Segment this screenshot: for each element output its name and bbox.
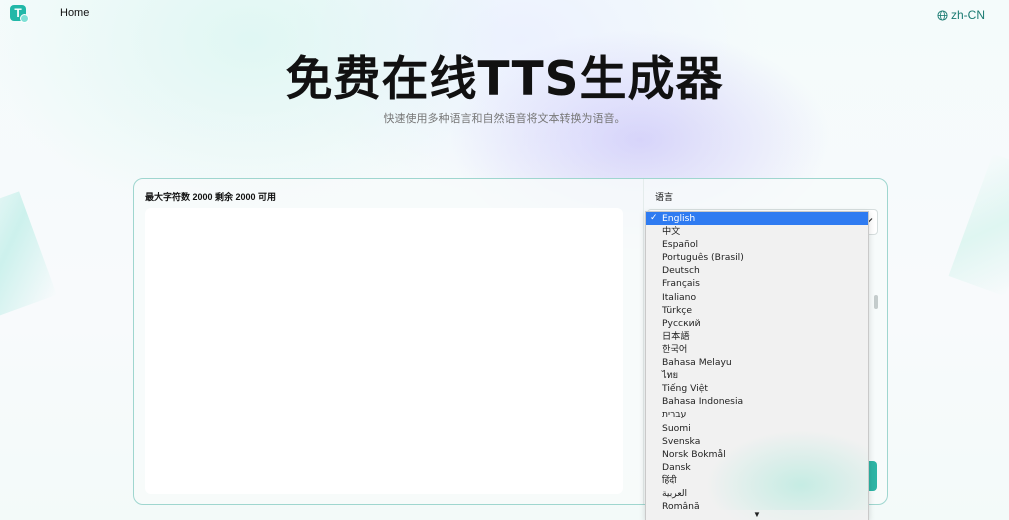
language-option-label: हिंदी <box>662 474 677 486</box>
panel-scrollbar-thumb[interactable] <box>874 295 878 309</box>
char-limit-info: 最大字符数 2000 剩余 2000 可用 <box>145 192 277 202</box>
language-option-label: 한국어 <box>662 343 688 355</box>
language-option[interactable]: עברית <box>646 408 868 421</box>
language-option-label: العربية <box>662 487 688 499</box>
language-option[interactable]: Português (Brasil) <box>646 251 868 264</box>
language-option[interactable]: 中文 <box>646 225 868 238</box>
language-option-label: Italiano <box>662 291 697 303</box>
language-option-label: 日本語 <box>662 330 690 342</box>
language-option-label: Tiếng Việt <box>662 383 708 395</box>
language-switcher-label: zh-CN <box>950 8 985 22</box>
language-option[interactable]: Italiano <box>646 291 868 304</box>
language-option[interactable]: Español <box>646 238 868 251</box>
language-option-label: Français <box>662 278 700 290</box>
language-option[interactable]: Svenska <box>646 435 868 448</box>
language-dropdown-list[interactable]: ✓ English 中文 Español Português (Brasil) Deuts… <box>645 211 869 520</box>
language-option[interactable]: Türkçe <box>646 304 868 317</box>
language-option[interactable]: Norsk Bokmål <box>646 448 868 461</box>
language-option[interactable]: Dansk <box>646 461 868 474</box>
language-label: 语言 <box>655 192 674 202</box>
language-option[interactable]: Français <box>646 277 868 290</box>
language-option-label: Bahasa Indonesia <box>662 396 744 408</box>
language-option[interactable]: Deutsch <box>646 264 868 277</box>
language-option-label: Bahasa Melayu <box>662 357 732 369</box>
language-option-label: Norsk Bokmål <box>662 448 726 460</box>
language-option-label: Dansk <box>662 461 691 473</box>
language-option-label: ไทย <box>662 370 679 382</box>
language-option-label: עברית <box>662 409 687 421</box>
language-options: ✓ English 中文 Español Português (Brasil) Deuts… <box>646 212 868 513</box>
language-option[interactable]: 한국어 <box>646 343 868 356</box>
nav-home-link[interactable]: Home <box>60 7 89 19</box>
language-option[interactable]: Русский <box>646 317 868 330</box>
language-option-label: Deutsch <box>662 265 700 277</box>
language-option-label: Türkçe <box>662 304 692 316</box>
language-option[interactable]: 日本語 <box>646 330 868 343</box>
language-option[interactable]: ✓ English <box>646 212 868 226</box>
page-title: 免费在线TTS生成器 <box>285 52 724 107</box>
language-option[interactable]: Tiếng Việt <box>646 382 868 395</box>
language-option-label: Português (Brasil) <box>662 252 744 264</box>
check-icon: ✓ <box>650 213 658 223</box>
globe-icon <box>937 9 948 21</box>
language-option-label: English <box>662 213 696 224</box>
language-option-label: Русский <box>662 317 701 329</box>
top-header: T Home zh-CN <box>0 0 1009 30</box>
language-switcher[interactable]: zh-CN <box>937 8 985 22</box>
language-option-label: Svenska <box>662 435 701 447</box>
language-option[interactable]: हिंदी <box>646 474 868 487</box>
language-option[interactable]: ไทย <box>646 369 868 382</box>
language-option-label: 中文 <box>662 226 681 238</box>
page-subtitle: 快速使用多种语言和自然语音将文本转换为语音。 <box>383 113 626 125</box>
panel-divider <box>643 179 644 504</box>
language-option[interactable]: Bahasa Indonesia <box>646 395 868 408</box>
dropdown-scroll-down-icon[interactable]: ▼ <box>646 510 868 520</box>
logo-icon[interactable]: T <box>10 5 29 23</box>
text-input-area[interactable] <box>145 208 623 494</box>
language-option[interactable]: العربية <box>646 487 868 500</box>
language-option-label: Español <box>662 239 699 251</box>
language-option-label: Suomi <box>662 422 691 434</box>
language-option[interactable]: Bahasa Melayu <box>646 356 868 369</box>
language-option[interactable]: Suomi <box>646 422 868 435</box>
